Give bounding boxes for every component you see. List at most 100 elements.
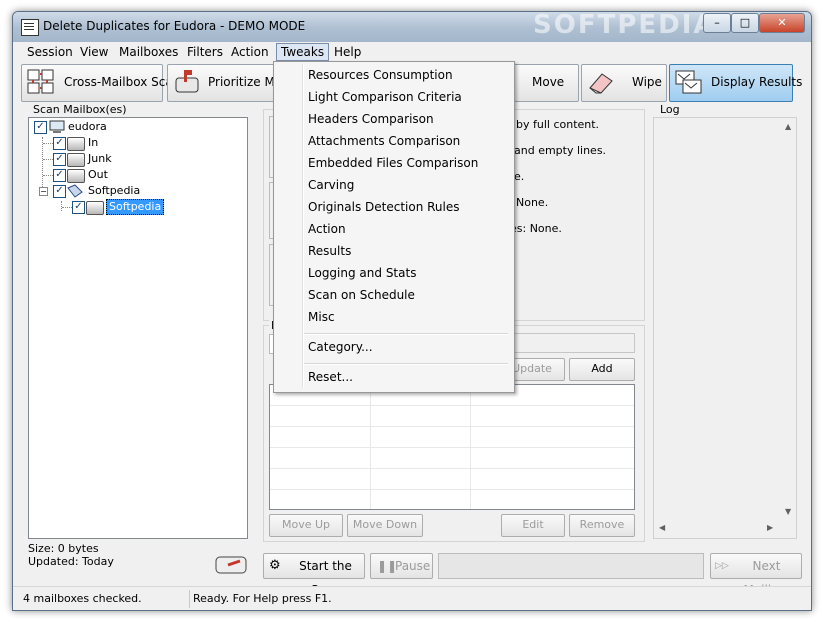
checkbox[interactable]: ✓	[53, 185, 66, 198]
tree-item-softpedia-folder[interactable]: − ✓ Softpedia	[33, 183, 163, 199]
log-panel[interactable]	[653, 117, 797, 539]
tweaks-menu-item[interactable]: Headers Comparison	[308, 109, 434, 129]
tree-label: Softpedia	[88, 184, 141, 197]
menu-bar: Session View Mailboxes Filters Action Tw…	[13, 42, 811, 62]
status-ready: Ready. For Help press F1.	[193, 592, 332, 605]
pause-button[interactable]: ❚❚ Pause	[370, 553, 433, 579]
size-text: Size: 0 bytes	[28, 542, 99, 555]
criteria-line: None.	[516, 196, 549, 209]
mailbox-icon	[67, 169, 85, 183]
tweaks-menu-reset[interactable]: Reset...	[308, 367, 353, 387]
mailbox-icon	[67, 137, 85, 151]
menu-view[interactable]: View	[76, 44, 112, 60]
minimize-button[interactable]: –	[703, 13, 731, 33]
mailboxes-grid-icon	[27, 69, 54, 94]
scroll-left-icon[interactable]: ◀	[659, 523, 665, 532]
tweaks-menu-item[interactable]: Attachments Comparison	[308, 131, 460, 151]
tweaks-menu-item[interactable]: Logging and Stats	[308, 263, 416, 283]
app-icon	[21, 19, 39, 36]
filter-list[interactable]	[269, 384, 635, 510]
move-label: Move	[532, 75, 565, 89]
checkbox[interactable]: ✓	[34, 121, 47, 134]
results-icon	[675, 70, 702, 94]
checkbox[interactable]: ✓	[72, 201, 85, 214]
tweaks-dropdown-menu: Resources Consumption Light Comparison C…	[273, 61, 515, 393]
tweaks-menu-item[interactable]: Scan on Schedule	[308, 285, 415, 305]
tweaks-menu-item[interactable]: Originals Detection Rules	[308, 197, 460, 217]
tree-item-softpedia-mailbox[interactable]: ✓ Softpedia	[33, 199, 183, 215]
pause-label: Pause	[395, 559, 431, 573]
edit-button[interactable]: Edit	[501, 514, 565, 537]
tree-label: Junk	[88, 152, 112, 165]
eraser-icon	[589, 73, 613, 94]
title-bar[interactable]: Delete Duplicates for Eudora - DEMO MODE…	[13, 12, 811, 42]
status-bar: 4 mailboxes checked. Ready. For Help pre…	[13, 586, 811, 610]
tree-label: In	[88, 136, 99, 149]
watermark: SOFTPEDIA	[533, 11, 716, 40]
updated-text: Updated: Today	[28, 555, 114, 568]
tweaks-menu-item[interactable]: Resources Consumption	[308, 65, 453, 85]
prioritize-mail-button[interactable]: Prioritize Mail	[167, 64, 281, 102]
next-mailbox-button[interactable]: ▷▷ Next Mailbox	[710, 553, 802, 597]
menu-tweaks[interactable]: Tweaks	[276, 43, 330, 61]
tree-item-junk[interactable]: ✓ Junk	[33, 151, 153, 167]
mailbox-icon	[86, 201, 104, 215]
criteria-line: es: None.	[510, 222, 562, 235]
move-down-button[interactable]: Move Down	[347, 514, 423, 537]
menu-session[interactable]: Session	[23, 44, 77, 60]
window-title: Delete Duplicates for Eudora - DEMO MODE	[43, 19, 306, 33]
add-button[interactable]: Add	[569, 358, 635, 381]
menu-filters[interactable]: Filters	[183, 44, 227, 60]
tree-item-out[interactable]: ✓ Out	[33, 167, 153, 183]
menu-help[interactable]: Help	[330, 44, 365, 60]
menu-mailboxes[interactable]: Mailboxes	[115, 44, 182, 60]
mailbox-tree[interactable]: ✓ eudora ✓ In ✓ Junk ✓ Out − ✓ Softpedia	[28, 117, 248, 539]
status-checked: 4 mailboxes checked.	[19, 590, 190, 608]
wipe-button[interactable]: Wipe	[581, 64, 667, 102]
computer-icon	[49, 120, 65, 133]
filter-input[interactable]	[513, 333, 635, 353]
criteria-line: by full content.	[516, 118, 600, 131]
start-scan-button[interactable]: ⚙ Start the Scan	[263, 553, 365, 597]
move-up-button[interactable]: Move Up	[269, 514, 343, 537]
scroll-right-icon[interactable]: ▶	[767, 523, 773, 532]
cross-mailbox-scan-label: Cross-Mailbox Scan	[64, 75, 181, 89]
checkbox[interactable]: ✓	[53, 137, 66, 150]
tweaks-menu-item[interactable]: Embedded Files Comparison	[308, 153, 478, 173]
progress-bar	[438, 553, 704, 579]
skip-icon: ▷▷	[715, 561, 729, 571]
tree-label: Out	[88, 168, 108, 181]
scan-mailboxes-label: Scan Mailbox(es)	[33, 103, 127, 116]
tree-item-in[interactable]: ✓ In	[33, 135, 153, 151]
mailbox-icon	[67, 153, 85, 167]
tree-label: Softpedia	[106, 199, 165, 215]
move-button[interactable]: Move	[509, 64, 579, 102]
criteria-line: and empty lines.	[514, 144, 607, 157]
display-results-button[interactable]: Display Results	[669, 64, 802, 102]
display-results-label: Display Results	[711, 75, 803, 89]
tree-item-eudora[interactable]: ✓ eudora	[33, 119, 153, 135]
tweaks-menu-item[interactable]: Results	[308, 241, 351, 261]
scroll-down-icon[interactable]: ▼	[785, 507, 791, 516]
tweaks-menu-item[interactable]: Misc	[308, 307, 335, 327]
checkbox[interactable]: ✓	[53, 153, 66, 166]
menu-separator	[304, 333, 508, 335]
tweaks-menu-category[interactable]: Category...	[308, 337, 373, 357]
close-button[interactable]: ✕	[759, 13, 805, 33]
criteria-line: e.	[514, 170, 525, 183]
tweaks-menu-item[interactable]: Carving	[308, 175, 354, 195]
tweaks-menu-item[interactable]: Light Comparison Criteria	[308, 87, 462, 107]
scroll-up-icon[interactable]: ▲	[785, 122, 791, 131]
maximize-button[interactable]: □	[731, 13, 759, 33]
menu-action[interactable]: Action	[227, 44, 273, 60]
remove-button[interactable]: Remove	[569, 514, 635, 537]
cross-mailbox-scan-button[interactable]: Cross-Mailbox Scan	[21, 64, 180, 102]
wipe-label: Wipe	[632, 75, 662, 89]
checkbox[interactable]: ✓	[53, 169, 66, 182]
collapse-toggle-icon[interactable]: −	[39, 187, 48, 196]
mailbox-flag-icon[interactable]	[213, 549, 249, 577]
menu-separator	[304, 363, 508, 365]
tree-label: eudora	[68, 120, 107, 133]
log-label: Log	[660, 103, 680, 116]
tweaks-menu-item[interactable]: Action	[308, 219, 346, 239]
